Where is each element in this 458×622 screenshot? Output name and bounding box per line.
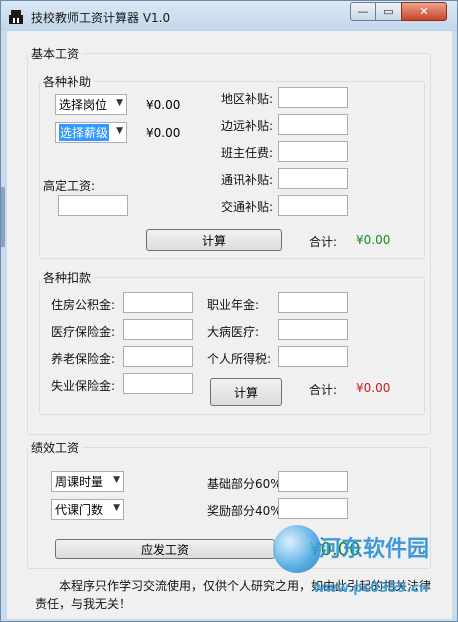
performance-legend: 绩效工资 <box>31 441 80 455</box>
maximize-button[interactable]: ▭ <box>375 2 402 21</box>
deduction-calc-button[interactable]: 计算 <box>210 378 282 406</box>
basic-salary-legend: 基本工资 <box>31 47 80 61</box>
income-tax-label: 个人所得税: <box>207 352 272 366</box>
post-select-value: 选择岗位 <box>59 98 108 112</box>
payable-salary-button[interactable]: 应发工资 <box>55 539 275 559</box>
minimize-icon: — <box>357 5 369 18</box>
chevron-down-icon: ▼ <box>113 503 120 513</box>
site-watermark: 河东软件园 www.pc0359.cn <box>273 523 453 607</box>
maximize-icon: ▭ <box>383 5 394 18</box>
pension-insurance-input[interactable] <box>123 346 193 367</box>
occupational-annuity-label: 职业年金: <box>207 298 260 312</box>
chevron-down-icon: ▼ <box>113 475 120 485</box>
transport-allowance-input[interactable] <box>278 195 348 216</box>
minimize-button[interactable]: — <box>350 2 376 21</box>
transport-allowance-label: 交通补贴: <box>221 200 274 214</box>
allowance-total-value: ¥0.00 <box>356 233 391 247</box>
post-amount: ¥0.00 <box>146 98 181 112</box>
grade-select-value: 选择薪级 <box>59 124 110 141</box>
occupational-annuity-input[interactable] <box>278 292 348 313</box>
remote-allowance-input[interactable] <box>278 114 348 135</box>
app-icon <box>9 10 23 24</box>
allowance-total-label: 合计: <box>309 235 338 249</box>
deduction-total-label: 合计: <box>309 383 338 397</box>
fixed-salary-input[interactable] <box>58 195 128 216</box>
housing-fund-input[interactable] <box>123 292 193 313</box>
housing-fund-label: 住房公积金: <box>51 298 116 312</box>
close-button[interactable]: ✕ <box>401 2 447 21</box>
deduction-legend: 各种扣款 <box>43 271 92 285</box>
income-tax-input[interactable] <box>278 346 348 367</box>
class-teacher-fee-input[interactable] <box>278 141 348 162</box>
base-part-input[interactable] <box>278 471 348 492</box>
weekly-hours-select[interactable]: 周课时量 ▼ <box>51 471 124 492</box>
app-window: 技校教师工资计算器 V1.0 — ▭ ✕ 基本工资 各种补助 选择岗位 ▼ ¥0… <box>0 0 458 622</box>
left-edge-strip <box>1 187 5 247</box>
substitute-courses-select[interactable]: 代课门数 ▼ <box>51 499 124 520</box>
serious-illness-label: 大病医疗: <box>207 325 260 339</box>
communication-allowance-label: 通讯补贴: <box>221 173 274 187</box>
allowance-calc-button[interactable]: 计算 <box>146 229 282 251</box>
allowance-legend: 各种补助 <box>43 75 92 89</box>
unemployment-insurance-input[interactable] <box>123 373 193 394</box>
base-part-label: 基础部分60% <box>207 477 282 491</box>
chevron-down-icon: ▼ <box>116 98 123 108</box>
close-icon: ✕ <box>419 5 429 18</box>
bonus-part-input[interactable] <box>278 498 348 519</box>
grade-select[interactable]: 选择薪级 ▼ <box>55 122 127 143</box>
medical-insurance-label: 医疗保险金: <box>51 325 116 339</box>
remote-allowance-label: 边远补贴: <box>221 119 274 133</box>
substitute-courses-value: 代课门数 <box>55 503 104 517</box>
watermark-name: 河东软件园 <box>319 537 430 562</box>
title-bar[interactable]: 技校教师工资计算器 V1.0 — ▭ ✕ <box>1 1 457 31</box>
fixed-salary-label: 高定工资: <box>43 179 96 193</box>
serious-illness-input[interactable] <box>278 319 348 340</box>
watermark-logo-icon <box>273 525 321 573</box>
regional-allowance-input[interactable] <box>278 87 348 108</box>
post-select[interactable]: 选择岗位 ▼ <box>55 94 127 115</box>
regional-allowance-label: 地区补贴: <box>221 92 274 106</box>
medical-insurance-input[interactable] <box>123 319 193 340</box>
weekly-hours-value: 周课时量 <box>55 475 104 489</box>
grade-amount: ¥0.00 <box>146 126 181 140</box>
bonus-part-label: 奖励部分40% <box>207 504 282 518</box>
pension-insurance-label: 养老保险金: <box>51 352 116 366</box>
class-teacher-fee-label: 班主任费: <box>221 146 274 160</box>
watermark-url: www.pc0359.cn <box>313 581 429 596</box>
window-title: 技校教师工资计算器 V1.0 <box>31 11 171 25</box>
unemployment-insurance-label: 失业保险金: <box>51 379 116 393</box>
communication-allowance-input[interactable] <box>278 168 348 189</box>
chevron-down-icon: ▼ <box>116 126 123 136</box>
deduction-total-value: ¥0.00 <box>356 381 391 395</box>
